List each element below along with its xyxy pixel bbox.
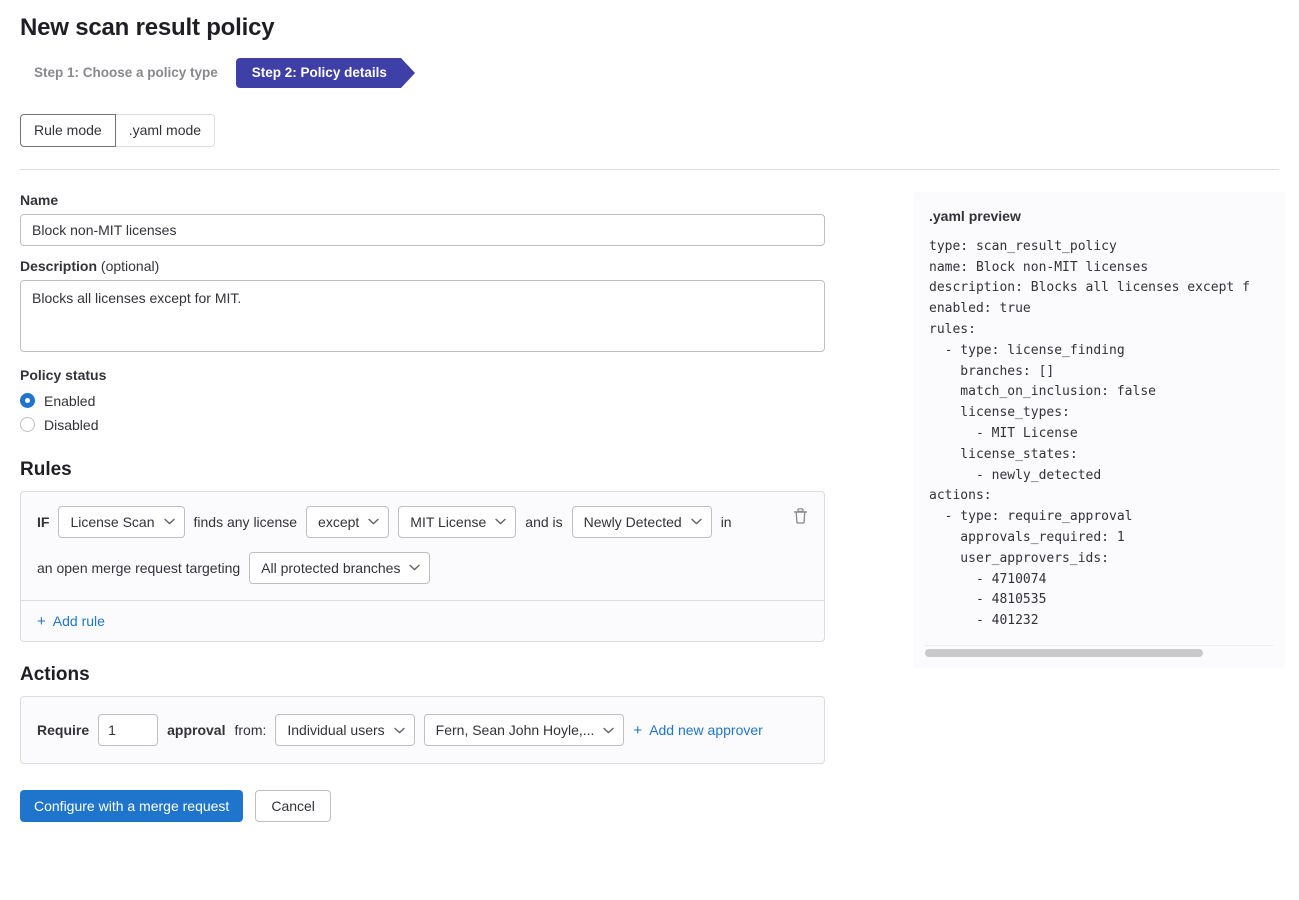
radio-row-disabled[interactable]: Disabled [20, 413, 825, 437]
description-label-text: Description [20, 257, 98, 274]
radio-disabled-label: Disabled [44, 416, 99, 433]
page-title: New scan result policy [20, 14, 275, 41]
branches-dropdown-value: All protected branches [261, 559, 401, 576]
policy-name-input[interactable] [20, 213, 825, 246]
approver-type-dropdown[interactable]: Individual users [275, 714, 415, 747]
chevron-down-icon [163, 518, 175, 525]
rule-line-primary: IF License Scan finds any license except… [37, 505, 808, 538]
name-label-text: Name [20, 191, 59, 208]
configure-with-merge-request-button[interactable]: Configure with a merge request [20, 790, 244, 823]
approver-type-dropdown-value: Individual users [287, 722, 385, 739]
rule-if-label: IF [37, 513, 50, 530]
trash-icon [793, 507, 807, 524]
name-label: Name [20, 192, 825, 208]
license-dropdown-value: MIT License [410, 513, 487, 530]
yaml-preview-title: .yaml preview [929, 207, 1021, 224]
and-is-text: and is [525, 513, 563, 530]
finds-any-license-text: finds any license [193, 513, 298, 530]
policy-editor-page: New scan result policy Step 1: Choose a … [0, 0, 1299, 900]
merge-request-target-text: an open merge request targeting [37, 559, 241, 576]
cancel-button[interactable]: Cancel [255, 790, 331, 823]
policy-form-column: Name Description (optional) Blocks all l… [20, 192, 825, 823]
add-rule-button[interactable]: + Add rule [37, 613, 105, 629]
description-label: Description (optional) [20, 258, 825, 274]
from-label: from: [234, 722, 267, 739]
rule-line-branches: an open merge request targeting All prot… [37, 551, 808, 584]
license-state-dropdown-value: Newly Detected [583, 513, 682, 530]
chevron-down-icon [495, 518, 506, 525]
add-new-approver-button[interactable]: + Add new approver [633, 722, 762, 738]
approval-label: approval [167, 722, 226, 739]
match-type-dropdown-value: except [318, 513, 360, 530]
approvers-dropdown[interactable]: Fern, Sean John Hoyle,... [423, 714, 625, 747]
policy-status-label: Policy status [20, 366, 107, 383]
rule-card: IF License Scan finds any license except… [20, 490, 825, 601]
yaml-preview-column: .yaml preview type: scan_result_policy n… [913, 191, 1285, 668]
radio-disabled[interactable] [20, 417, 35, 433]
step-1-choose-policy-type[interactable]: Step 1: Choose a policy type [20, 58, 232, 88]
radio-enabled-label: Enabled [44, 392, 96, 409]
rule-mode-button[interactable]: Rule mode [20, 114, 116, 147]
require-label: Require [37, 722, 90, 739]
chevron-down-icon [368, 518, 379, 525]
step-2-policy-details[interactable]: Step 2: Policy details [235, 58, 415, 88]
yaml-preview-panel: .yaml preview type: scan_result_policy n… [913, 191, 1285, 668]
scanner-dropdown[interactable]: License Scan [58, 505, 185, 538]
radio-row-enabled[interactable]: Enabled [20, 389, 825, 413]
mode-toggle-group: Rule mode .yaml mode [20, 114, 216, 147]
license-state-dropdown[interactable]: Newly Detected [571, 505, 712, 538]
scanner-dropdown-value: License Scan [70, 513, 155, 530]
form-footer: Configure with a merge request Cancel [20, 790, 825, 823]
approvals-required-input[interactable] [98, 714, 159, 747]
step-indicator: Step 1: Choose a policy type Step 2: Pol… [20, 58, 1279, 88]
action-card: Require approval from: Individual users … [20, 696, 825, 765]
plus-icon: + [37, 612, 46, 630]
chevron-down-icon [409, 564, 421, 571]
add-rule-card: + Add rule [20, 600, 825, 643]
action-row-require-approval: Require approval from: Individual users … [37, 714, 808, 747]
add-rule-label: Add rule [52, 613, 105, 630]
yaml-preview-content: type: scan_result_policy name: Block non… [929, 238, 1250, 629]
yaml-mode-button[interactable]: .yaml mode [114, 114, 216, 147]
approvers-dropdown-value: Fern, Sean John Hoyle,... [435, 722, 595, 739]
license-dropdown[interactable]: MIT License [398, 505, 517, 538]
rules-heading: Rules [20, 458, 72, 480]
chevron-down-icon [603, 727, 615, 734]
header-divider [20, 168, 1279, 170]
actions-heading: Actions [20, 664, 90, 686]
description-optional-text: (optional) [97, 257, 160, 274]
plus-icon: + [633, 721, 643, 739]
delete-rule-button[interactable] [788, 504, 812, 528]
yaml-horizontal-scrollbar[interactable] [925, 644, 1273, 657]
in-text: in [720, 513, 732, 530]
branches-dropdown[interactable]: All protected branches [249, 551, 431, 584]
radio-enabled[interactable] [20, 393, 35, 409]
add-new-approver-label: Add new approver [649, 722, 763, 739]
policy-description-textarea[interactable]: Blocks all licenses except for MIT. [20, 279, 825, 352]
chevron-down-icon [690, 518, 702, 525]
match-type-dropdown[interactable]: except [306, 505, 390, 538]
chevron-down-icon [393, 727, 405, 734]
